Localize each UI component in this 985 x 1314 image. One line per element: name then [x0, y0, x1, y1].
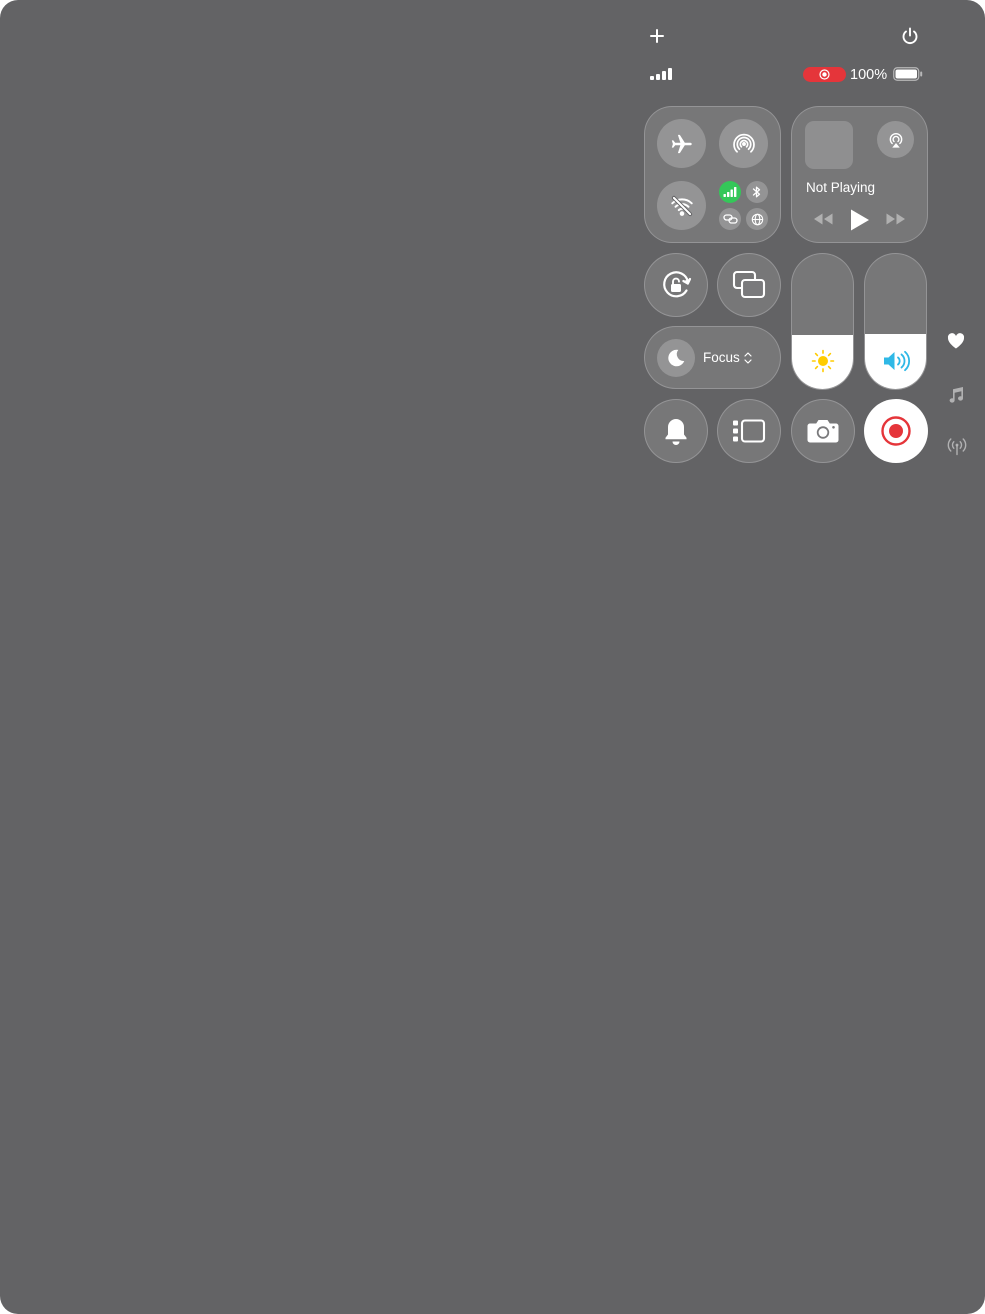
camera-icon [807, 420, 839, 443]
airplay-button[interactable] [877, 121, 914, 158]
brightness-slider[interactable] [791, 253, 854, 390]
play-button[interactable] [848, 208, 872, 232]
now-playing-tile[interactable]: Not Playing [791, 106, 928, 243]
silent-mode-button[interactable] [644, 399, 708, 463]
music-page-indicator[interactable] [946, 385, 966, 405]
record-indicator-icon [819, 69, 830, 80]
wifi-off-icon [670, 195, 693, 216]
rewind-button[interactable] [811, 210, 835, 228]
screen-recording-button[interactable] [864, 399, 928, 463]
screen-recording-indicator [803, 67, 846, 82]
airdrop-icon [732, 133, 755, 153]
focus-label: Focus [703, 350, 740, 365]
orientation-lock-button[interactable] [644, 253, 708, 317]
music-icon [949, 387, 963, 403]
airplane-icon [671, 134, 692, 153]
fast-forward-button[interactable] [884, 210, 908, 228]
power-icon [902, 27, 918, 45]
cellular-signal-icon [650, 68, 672, 80]
album-artwork [805, 121, 853, 169]
rotation-lock-icon [663, 271, 692, 298]
sun-icon [811, 349, 834, 373]
rewind-icon [814, 213, 833, 225]
screen-mirroring-button[interactable] [717, 253, 781, 317]
globe-icon [751, 213, 763, 225]
play-icon [851, 209, 869, 231]
stage-manager-icon [733, 419, 766, 443]
record-icon [881, 416, 911, 446]
cellular-icon [723, 187, 737, 197]
wifi-button[interactable] [657, 181, 706, 230]
bluetooth-icon [752, 186, 761, 198]
power-button[interactable] [898, 24, 922, 48]
battery-percentage: 100% [850, 67, 888, 83]
battery-icon [893, 67, 923, 81]
focus-moon-circle [657, 339, 695, 377]
antenna-icon [947, 438, 967, 456]
airplane-mode-button[interactable] [657, 119, 706, 168]
volume-slider[interactable] [864, 253, 927, 390]
chevron-up-down-icon [744, 351, 752, 365]
vpn-button[interactable] [746, 208, 768, 230]
plus-icon [650, 29, 664, 43]
cellular-data-button[interactable] [719, 181, 741, 203]
airdrop-button[interactable] [719, 119, 768, 168]
now-playing-title: Not Playing [806, 180, 876, 195]
stage-manager-button[interactable] [717, 399, 781, 463]
favorites-page-indicator[interactable] [946, 331, 966, 351]
connectivity-tile [644, 106, 781, 243]
connectivity-page-indicator[interactable] [946, 437, 968, 457]
moon-icon [668, 349, 685, 367]
control-center: 100% Not Playing Focus [0, 0, 985, 1314]
fast-forward-icon [886, 213, 905, 225]
add-control-button[interactable] [645, 24, 669, 48]
camera-button[interactable] [791, 399, 855, 463]
speaker-icon [883, 350, 910, 372]
bell-icon [665, 419, 687, 445]
link-icon [722, 214, 738, 224]
bluetooth-button[interactable] [746, 181, 768, 203]
screen-mirroring-icon [732, 270, 766, 299]
focus-button[interactable]: Focus [644, 326, 781, 389]
cellular-signal [649, 67, 673, 81]
heart-icon [947, 333, 965, 349]
airplay-audio-icon [889, 132, 902, 148]
personal-hotspot-button[interactable] [719, 208, 741, 230]
